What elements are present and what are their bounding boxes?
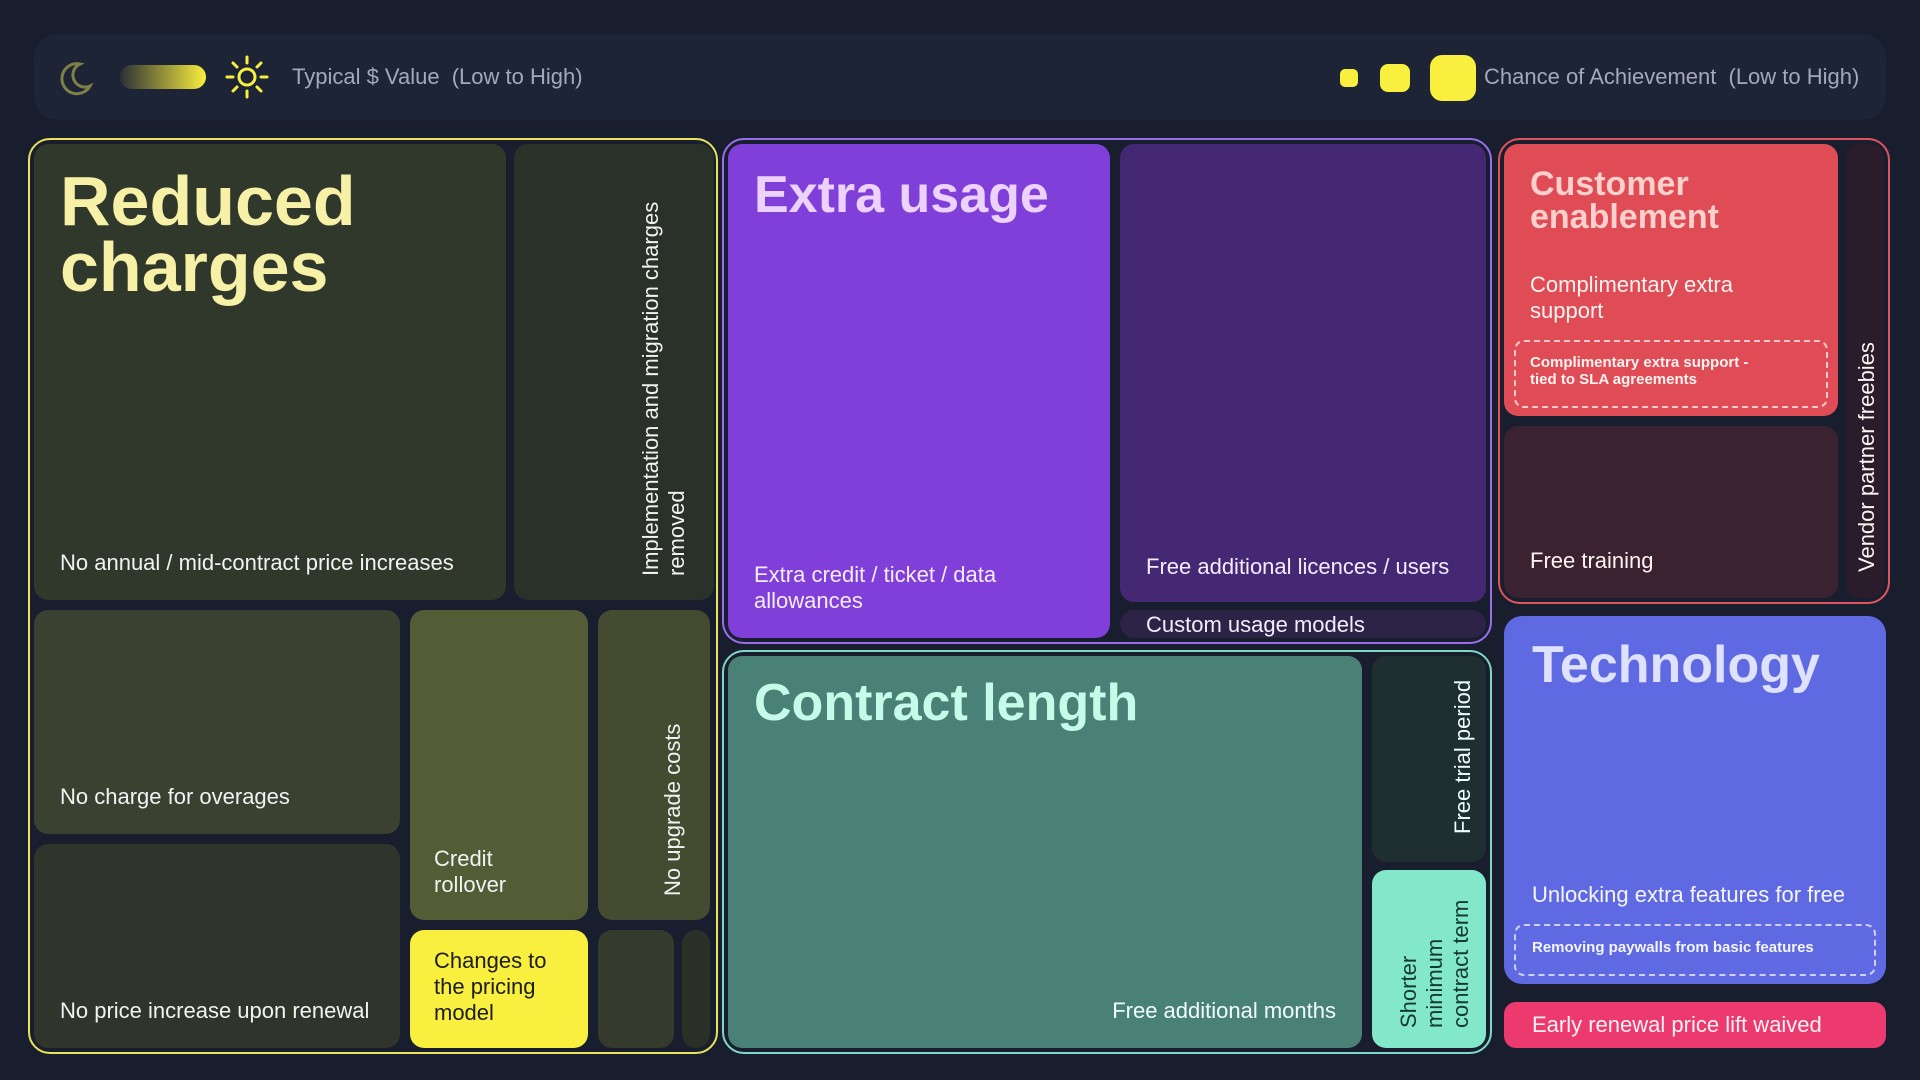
tile-price-increases: Reduced charges No annual / mid-contract… <box>34 144 506 600</box>
extra-usage-title: Extra usage <box>754 166 1049 224</box>
renewal-price-label: No price increase upon renewal <box>60 998 370 1023</box>
early-renewal-label: Early renewal price lift waived <box>1532 1012 1822 1037</box>
free-months-label: Free additional months <box>1112 998 1336 1023</box>
credit-rollover-label: Credit rollover <box>434 846 507 897</box>
tile-small-1 <box>598 930 674 1048</box>
tile-vendor-freebies: Vendor partner freebies <box>1846 144 1884 598</box>
free-training-label: Free training <box>1530 548 1654 573</box>
tile-implementation: Implementation and migration charges rem… <box>514 144 714 600</box>
tile-credit-rollover: Credit rollover <box>410 610 588 920</box>
pricing-model-label: Changes to the pricing model <box>434 948 547 1025</box>
upgrade-costs-label: No upgrade costs <box>660 723 685 896</box>
moon-icon <box>60 62 94 96</box>
free-trial-label: Free trial period <box>1450 679 1475 834</box>
tile-custom-models: Custom usage models <box>1120 610 1486 638</box>
tile-unlocking-features: Technology Unlocking extra features for … <box>1504 616 1886 984</box>
tile-overages: No charge for overages <box>34 610 400 834</box>
value-legend: Typical $ Value (Low to High) <box>292 34 583 120</box>
vendor-freebies-label: Vendor partner freebies <box>1854 342 1879 572</box>
tile-shorter-term: Shorter minimum contract term <box>1372 870 1486 1048</box>
tile-free-months: Contract length Free additional months <box>728 656 1362 1048</box>
legend-bar: Typical $ Value (Low to High) Chance of … <box>34 34 1886 120</box>
customer-enablement-title: Customer enablement <box>1530 165 1719 236</box>
sun-icon <box>225 55 269 99</box>
reduced-charges-title: Reduced charges <box>60 162 356 306</box>
value-legend-range: (Low to High) <box>451 64 583 89</box>
paywalls-callout: Removing paywalls from basic features <box>1514 924 1876 976</box>
extra-support-sla-callout: Complimentary extra support - tied to SL… <box>1514 340 1828 408</box>
chance-legend-label: Chance of Achievement <box>1484 64 1717 89</box>
licences-label: Free additional licences / users <box>1146 554 1450 579</box>
chance-legend: Chance of Achievement (Low to High) <box>1484 34 1859 120</box>
value-gradient-bar <box>120 65 206 89</box>
technology-title: Technology <box>1532 636 1820 694</box>
extra-support-label: Complimentary extra support <box>1530 272 1733 323</box>
tile-pricing-model: Changes to the pricing model <box>410 930 588 1048</box>
shorter-term-label: Shorter minimum contract term <box>1396 899 1473 1028</box>
extra-support-sla-label: Complimentary extra support - tied to SL… <box>1530 354 1749 388</box>
value-legend-label: Typical $ Value <box>292 64 440 89</box>
tile-renewal-price: No price increase upon renewal <box>34 844 400 1048</box>
tile-early-renewal: Early renewal price lift waived <box>1504 1002 1886 1048</box>
tile-small-2 <box>682 930 710 1048</box>
allowances-label: Extra credit / ticket / data allowances <box>754 562 997 613</box>
custom-models-label: Custom usage models <box>1146 612 1365 637</box>
implementation-label: Implementation and migration charges rem… <box>638 201 689 576</box>
chance-dot-large <box>1430 55 1476 101</box>
tile-upgrade-costs: No upgrade costs <box>598 610 710 920</box>
unlocking-features-label: Unlocking extra features for free <box>1532 882 1846 907</box>
chance-dot-small <box>1340 69 1358 87</box>
contract-length-title: Contract length <box>754 674 1139 732</box>
price-increases-label: No annual / mid-contract price increases <box>60 550 454 575</box>
paywalls-label: Removing paywalls from basic features <box>1532 939 1814 956</box>
tile-extra-support: Customer enablement Complimentary extra … <box>1504 144 1838 416</box>
tile-free-training: Free training <box>1504 426 1838 598</box>
tile-licences: Free additional licences / users <box>1120 144 1486 602</box>
tile-allowances: Extra usage Extra credit / ticket / data… <box>728 144 1110 638</box>
tile-free-trial: Free trial period <box>1372 656 1486 862</box>
overages-label: No charge for overages <box>60 784 290 809</box>
chance-dot-medium <box>1380 64 1410 92</box>
chance-legend-range: (Low to High) <box>1728 64 1860 89</box>
